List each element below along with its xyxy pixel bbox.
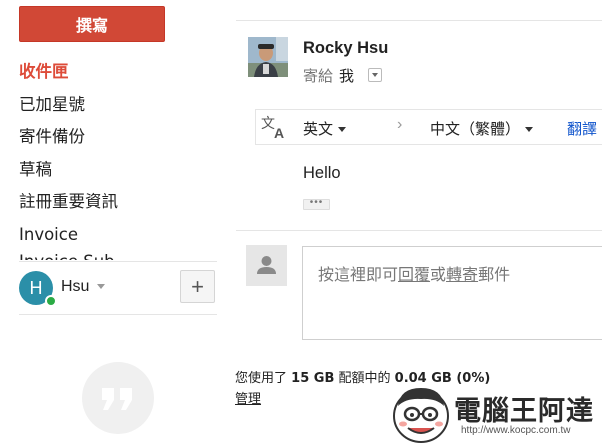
sidebar: 撰寫 收件匣 已加星號 寄件備份 草稿 註冊重要資訊 Invoice Invoi… (0, 0, 228, 447)
reply-avatar (246, 245, 287, 286)
source-language-select[interactable]: 英文 (303, 118, 347, 139)
recipient-line: 寄給我 (303, 65, 354, 86)
quota-prefix: 您使用了 (235, 371, 288, 386)
quota-middle: 配額中的 (338, 371, 391, 386)
reply-prompt-suffix: 郵件 (478, 265, 511, 284)
reply-prompt: 按這裡即可回覆或轉寄郵件 (318, 261, 510, 285)
translate-icon: 文 A (260, 114, 288, 141)
target-language-select[interactable]: 中文（繁體） (430, 118, 534, 139)
sender-name: Rocky Hsu (303, 39, 389, 57)
reply-prompt-prefix: 按這裡即可 (318, 265, 399, 284)
hangouts-quote-icon (102, 388, 132, 410)
nav-item-clipped-label: Invoice Sub (19, 246, 115, 260)
show-trimmed-content-button[interactable]: ••• (303, 198, 330, 210)
manage-storage-link[interactable]: 管理 (235, 388, 261, 407)
folder-nav: 收件匣 已加星號 寄件備份 草稿 註冊重要資訊 Invoice (19, 56, 219, 251)
chevron-right-icon: › (397, 116, 403, 133)
hangouts-divider (19, 314, 217, 315)
reply-prompt-or: 或 (430, 265, 447, 284)
online-status-dot (45, 295, 57, 307)
compose-button[interactable]: 撰寫 (19, 6, 165, 42)
nav-item-inbox[interactable]: 收件匣 (19, 56, 219, 89)
chevron-down-icon (338, 127, 347, 132)
show-details-button[interactable] (368, 68, 382, 82)
nav-item-starred[interactable]: 已加星號 (19, 89, 219, 122)
nav-item-sent[interactable]: 寄件備份 (19, 121, 219, 154)
source-language-label: 英文 (303, 120, 334, 138)
svg-text:A: A (274, 125, 284, 140)
hangouts-divider (19, 261, 217, 262)
nav-item-clipped[interactable]: Invoice Sub (19, 246, 219, 260)
thread-divider (236, 230, 602, 231)
recipient-value: 我 (339, 67, 355, 85)
chevron-down-icon (525, 127, 534, 132)
new-conversation-button[interactable]: + (180, 270, 215, 303)
thread-divider (236, 20, 602, 21)
sender-avatar[interactable] (248, 37, 288, 77)
translate-message-link[interactable]: 翻譯 (567, 118, 597, 139)
message-body: Hello (303, 164, 341, 182)
nav-item-registration-info[interactable]: 註冊重要資訊 (19, 186, 219, 219)
watermark-title: 電腦王阿達 (454, 396, 594, 427)
hangouts-user-name[interactable]: Hsu (61, 278, 89, 296)
nav-item-drafts[interactable]: 草稿 (19, 154, 219, 187)
chevron-down-icon[interactable] (97, 284, 105, 289)
forward-link[interactable]: 轉寄 (446, 265, 478, 284)
recipient-prefix: 寄給 (303, 67, 334, 85)
reply-link[interactable]: 回覆 (398, 265, 430, 284)
person-icon (257, 256, 276, 274)
hangouts-logo (82, 362, 154, 434)
watermark-url: http://www.kocpc.com.tw (461, 425, 571, 436)
quota-total: 15 GB (291, 371, 335, 386)
svg-text:文: 文 (261, 116, 275, 132)
target-language-label: 中文（繁體） (430, 120, 521, 138)
